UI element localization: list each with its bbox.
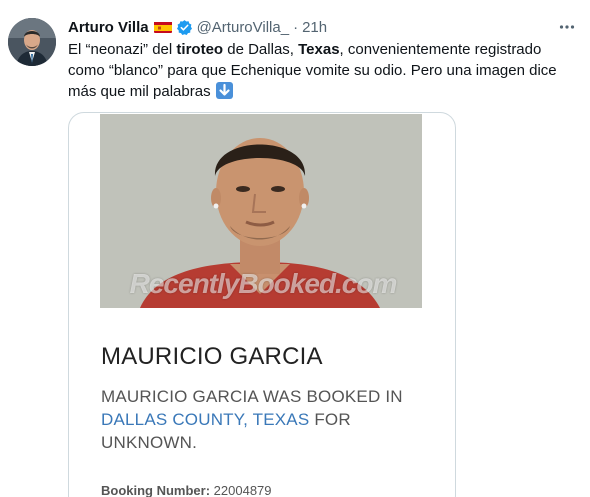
tweet-text-part: El “neonazi” del [68, 41, 177, 58]
avatar-image [8, 18, 56, 66]
tweet-header: Arturo Villa @ArturoVilla_ · 21h [68, 16, 327, 38]
hashtag-like-bold-tiroteo: tiroteo [176, 41, 224, 58]
booking-number-label: Booking Number: [101, 483, 211, 497]
mugshot-photo[interactable]: RecentlyBooked.com [100, 114, 422, 308]
booking-number-value: 22004879 [210, 483, 272, 497]
photo-watermark: RecentlyBooked.com [129, 268, 398, 299]
card-description: MAURICIO GARCIA WAS BOOKED IN DALLAS COU… [101, 385, 441, 454]
tweet-timestamp[interactable]: 21h [302, 19, 327, 36]
link-preview-card[interactable]: RecentlyBooked.com MAURICIO GARCIA MAURI… [68, 112, 456, 497]
bold-texas: Texas [298, 41, 340, 58]
tweet-text: El “neonazi” del tiroteo de Dallas, Texa… [68, 39, 580, 102]
more-options-icon[interactable] [556, 16, 578, 38]
tweet[interactable]: Arturo Villa @ArturoVilla_ · 21h El “neo… [0, 0, 590, 497]
author-handle[interactable]: @ArturoVilla_ [197, 19, 290, 36]
avatar[interactable] [8, 18, 56, 66]
author-name[interactable]: Arturo Villa [68, 19, 149, 36]
card-person-name: MAURICIO GARCIA [101, 343, 323, 370]
down-arrow-emoji-icon [215, 82, 233, 99]
county-link[interactable]: DALLAS COUNTY, TEXAS [101, 410, 309, 429]
card-description-part: MAURICIO GARCIA WAS BOOKED IN [101, 387, 403, 406]
spain-flag-icon [153, 21, 172, 33]
booking-number: Booking Number: 22004879 [101, 483, 272, 497]
separator-dot: · [293, 18, 299, 36]
tweet-text-part: de Dallas, [223, 41, 299, 58]
verified-badge-icon[interactable] [176, 19, 193, 36]
